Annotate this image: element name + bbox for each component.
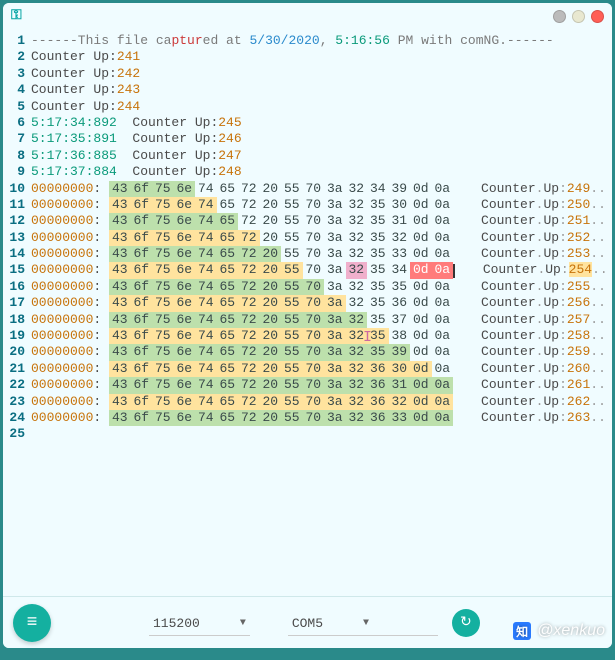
line-number: 20 — [3, 344, 25, 360]
line-number: 25 — [3, 426, 25, 442]
line-number: 10 — [3, 181, 25, 197]
watermark: 知 @xenkuo — [513, 622, 605, 640]
line-number: 23 — [3, 394, 25, 410]
line-number: 13 — [3, 230, 25, 246]
line-number: 21 — [3, 361, 25, 377]
line-number: 11 — [3, 197, 25, 213]
counter-line: Counter Up:242 — [31, 66, 612, 82]
line-number: 16 — [3, 279, 25, 295]
hex-line: 00000000: 436f756e7465722055703a3235310d… — [31, 213, 612, 229]
hex-line: 00000000: 436f756e7465722055703a3234390d… — [31, 181, 612, 197]
refresh-button[interactable]: ↻ — [452, 609, 480, 637]
line-number: 19 — [3, 328, 25, 344]
hex-ascii: Counter.Up:257.. — [481, 312, 606, 328]
hex-ascii: Counter.Up:259.. — [481, 344, 606, 360]
port-select[interactable]: COM5 ▼ — [288, 610, 438, 636]
line-numbers: 1234567891011121314151617181920212223242… — [3, 29, 31, 596]
window-controls — [553, 10, 604, 23]
line-number: 18 — [3, 312, 25, 328]
hex-ascii: Counter.Up:261.. — [481, 377, 606, 393]
line-number: 8 — [3, 148, 25, 164]
line-number: 9 — [3, 164, 25, 180]
line-number: 4 — [3, 82, 25, 98]
hex-ascii: Counter.Up:258.. — [481, 328, 606, 344]
editor-area[interactable]: 1234567891011121314151617181920212223242… — [3, 29, 612, 596]
line-number: 5 — [3, 99, 25, 115]
watermark-handle: @xenkuo — [537, 622, 605, 640]
port-value: COM5 — [292, 616, 323, 631]
close-button[interactable] — [591, 10, 604, 23]
hex-ascii: Counter.Up:256.. — [481, 295, 606, 311]
timed-counter-line: 5:17:34:892 Counter Up:245 — [31, 115, 612, 131]
hex-line: 00000000: 436f756e7465722055703a3236320d… — [31, 394, 612, 410]
app-window: ⚿ 12345678910111213141516171819202122232… — [3, 3, 612, 648]
minimize-button[interactable] — [553, 10, 566, 23]
hex-line: 00000000: 436f756e7465722055703a3235330d… — [31, 246, 612, 262]
line-number: 6 — [3, 115, 25, 131]
hex-ascii: Counter.Up:253.. — [481, 246, 606, 262]
line-number: 15 — [3, 262, 25, 278]
hex-line: 00000000: 436f756e7465722055703a3235320d… — [31, 230, 612, 246]
hex-line: 00000000: 436f756e7465722055703a3236300d… — [31, 361, 612, 377]
line-number: 7 — [3, 131, 25, 147]
timed-counter-line: 5:17:36:885 Counter Up:247 — [31, 148, 612, 164]
hex-line: 00000000: 436f756e7465722055703a3235350d… — [31, 279, 612, 295]
hex-line: 00000000: 436f756e7465722055703a3235370d… — [31, 312, 612, 328]
line-number: 2 — [3, 49, 25, 65]
hex-ascii: Counter.Up:263.. — [481, 410, 606, 426]
timed-counter-line: 5:17:37:884 Counter Up:248 — [31, 164, 612, 180]
titlebar: ⚿ — [3, 3, 612, 29]
timed-counter-line: 5:17:35:891 Counter Up:246 — [31, 131, 612, 147]
hex-ascii: Counter.Up:254.. — [483, 262, 608, 278]
line-number: 1 — [3, 33, 25, 49]
hex-ascii: Counter.Up:255.. — [481, 279, 606, 295]
hex-line: 00000000: 436f756e7465722055703a3235300d… — [31, 197, 612, 213]
line-number: 24 — [3, 410, 25, 426]
zhihu-icon: 知 — [513, 622, 531, 640]
empty-line — [31, 426, 612, 442]
line-number: 22 — [3, 377, 25, 393]
hex-line: 00000000: 436f756e7465722055703a3235390d… — [31, 344, 612, 360]
line-number: 12 — [3, 213, 25, 229]
header-line: ------This file captured at 5/30/2020, 5… — [31, 33, 612, 49]
hex-line: 00000000: 436f756e7465722055703a3235340d… — [31, 262, 612, 278]
hex-line: 00000000: 436f756e7465722055703a3236330d… — [31, 410, 612, 426]
hex-line: 00000000: 436f756e7465722055703a3235380d… — [31, 328, 612, 344]
menu-button[interactable]: ≡ — [13, 604, 51, 642]
key-icon: ⚿ — [11, 8, 22, 24]
line-number: 14 — [3, 246, 25, 262]
chevron-down-icon: ▼ — [240, 618, 246, 629]
chevron-down-icon: ▼ — [363, 618, 369, 629]
counter-line: Counter Up:241 — [31, 49, 612, 65]
editor-content[interactable]: ------This file captured at 5/30/2020, 5… — [31, 29, 612, 596]
hex-ascii: Counter.Up:262.. — [481, 394, 606, 410]
hex-ascii: Counter.Up:250.. — [481, 197, 606, 213]
hex-ascii: Counter.Up:251.. — [481, 213, 606, 229]
line-number: 3 — [3, 66, 25, 82]
baud-value: 115200 — [153, 616, 200, 631]
hex-ascii: Counter.Up:249.. — [481, 181, 606, 197]
baud-select[interactable]: 115200 ▼ — [149, 610, 250, 636]
hex-ascii: Counter.Up:252.. — [481, 230, 606, 246]
counter-line: Counter Up:244 — [31, 99, 612, 115]
hex-line: 00000000: 436f756e7465722055703a3235360d… — [31, 295, 612, 311]
line-number: 17 — [3, 295, 25, 311]
maximize-button[interactable] — [572, 10, 585, 23]
hex-line: 00000000: 436f756e7465722055703a3236310d… — [31, 377, 612, 393]
editor-cursor — [453, 264, 455, 278]
counter-line: Counter Up:243 — [31, 82, 612, 98]
hex-ascii: Counter.Up:260.. — [481, 361, 606, 377]
